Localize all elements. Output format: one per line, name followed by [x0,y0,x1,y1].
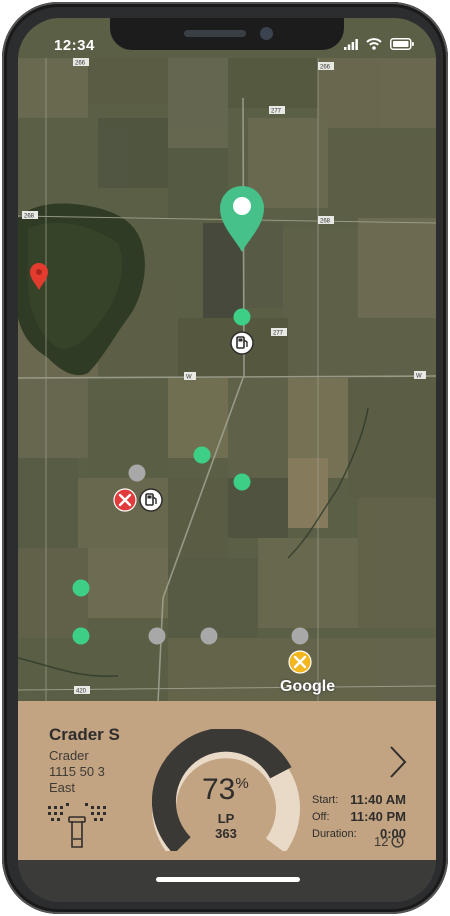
wifi-icon [366,38,382,50]
camera [260,27,273,40]
field-name: Crader S [49,725,120,744]
signal-icon [344,38,358,50]
gauge-fuel-type: LP [217,811,235,826]
fuel-pump-icon[interactable] [139,488,163,512]
field-marker-inactive[interactable] [291,627,309,645]
google-attribution: Google [280,678,336,695]
phone-frame: 266 266 277 268 268 277 W W 420 Google 1… [2,2,448,914]
start-label: Start: [312,794,339,806]
field-marker-inactive[interactable] [148,627,166,645]
gauge-percent: 73% [202,773,249,806]
clock-icon [391,835,405,848]
speaker [184,30,246,37]
home-indicator[interactable] [156,877,300,882]
field-marker-active[interactable] [233,308,251,326]
field-marker-inactive[interactable] [200,627,218,645]
sprinkler-icon [48,803,106,848]
status-icons [344,38,414,50]
warning-tools-icon[interactable] [288,650,312,674]
road-label: 268 [320,219,331,225]
gauge-fuel-amount: 363 [215,826,237,841]
history-count[interactable]: 12 [374,834,405,849]
road-label: W [416,374,422,380]
satellite-map[interactable]: 266 266 277 268 268 277 W W 420 [18,18,436,703]
history-count-value: 12 [374,834,389,849]
field-marker-inactive[interactable] [128,464,146,482]
battery-icon [390,38,414,50]
chevron-right-icon[interactable] [388,744,408,780]
field-marker-active[interactable] [233,473,251,491]
notch [110,18,344,50]
home-indicator-area [18,860,436,902]
off-value: 11:40 PM [350,809,406,824]
field-marker-active[interactable] [193,446,211,464]
status-time: 12:34 [54,37,95,54]
off-label: Off: [312,811,330,823]
road-label: 266 [320,65,331,71]
field-direction: East [49,780,76,795]
app-screen: 266 266 277 268 268 277 W W 420 Google 1… [18,18,436,902]
field-detail-panel[interactable]: Crader S Crader 1115 50 3 East 73% LP 36… [18,701,436,860]
duration-label: Duration: [312,828,357,840]
road-label: 277 [273,331,284,337]
field-marker-active[interactable] [72,627,90,645]
field-number: 1115 50 3 [49,764,105,779]
road-label: W [186,375,192,381]
repair-tools-icon[interactable] [113,488,137,512]
fuel-pump-icon[interactable] [230,331,254,355]
road-label: 277 [271,109,282,115]
road-label: 266 [75,61,86,67]
field-marker-active[interactable] [72,579,90,597]
start-value: 11:40 AM [350,792,406,807]
field-location: Crader [49,748,89,763]
road-label: 420 [76,689,87,695]
road-label: 268 [24,214,35,220]
